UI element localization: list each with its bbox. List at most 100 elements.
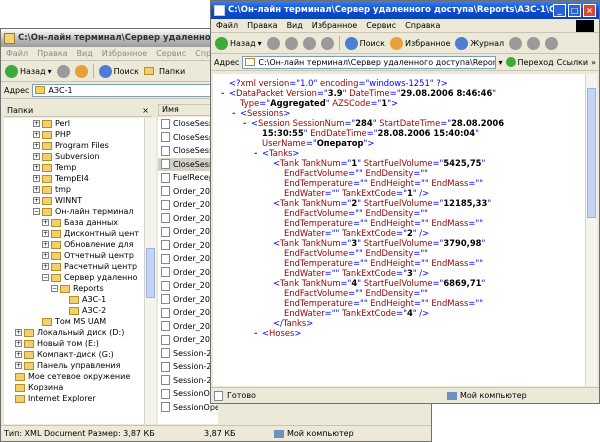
address-input[interactable]: C:\Он-лайн терминал\Сервер удаленного до… — [242, 55, 496, 69]
file-list-item[interactable]: CloseSessio — [158, 157, 218, 171]
folder-tree-item[interactable]: + Program Files — [4, 140, 144, 151]
menu-item-view[interactable]: Вид — [77, 49, 93, 58]
expand-toggle-icon[interactable]: + — [33, 153, 40, 160]
folder-tree-item[interactable]: + Локальный диск (D:) — [4, 327, 144, 338]
forward-arrow-icon[interactable] — [266, 36, 280, 50]
expand-toggle-icon[interactable]: + — [15, 329, 22, 336]
file-list-item[interactable]: CloseSessio — [158, 131, 218, 145]
expand-toggle-icon[interactable]: + — [33, 175, 40, 182]
folder-tree-item[interactable]: − Он-лайн терминал — [4, 206, 144, 217]
collapse-toggle-icon[interactable]: - — [221, 88, 224, 98]
back-button[interactable]: Назад ▾ — [215, 36, 262, 50]
file-list-item[interactable]: Order_2006 — [158, 293, 218, 307]
file-list-item[interactable]: Order_2006 — [158, 185, 218, 199]
file-list-item[interactable]: Order_2006 — [158, 320, 218, 334]
file-list-item[interactable]: Order_2006 — [158, 225, 218, 239]
folder-tree-item[interactable]: + Компакт-диск (G:) — [4, 349, 144, 360]
chevron-right-icon[interactable]: » — [591, 58, 596, 67]
file-list-item[interactable]: Order_2006 — [158, 239, 218, 253]
folder-tree-item[interactable]: + WINNT — [4, 195, 144, 206]
expand-toggle-icon[interactable]: + — [33, 131, 40, 138]
favorites-button[interactable]: Избранное — [389, 36, 450, 50]
search-button[interactable]: Поиск — [98, 64, 139, 78]
folder-tree-item[interactable]: + Дисконтный цент — [4, 228, 144, 239]
folder-tree-item[interactable]: + Новый том (E:) — [4, 338, 144, 349]
folder-tree-item[interactable]: + Temp — [4, 162, 144, 173]
refresh-icon[interactable] — [302, 36, 316, 50]
folder-tree-item[interactable]: +Том MS UAM — [4, 316, 144, 327]
mail-icon[interactable] — [509, 36, 523, 50]
file-list-item[interactable]: CloseSessio — [158, 117, 218, 131]
xml-line[interactable]: - <Hoses> — [215, 328, 583, 338]
expand-toggle-icon[interactable]: + — [33, 186, 40, 193]
expand-toggle-icon[interactable]: + — [33, 197, 40, 204]
expand-toggle-icon[interactable]: + — [15, 351, 22, 358]
search-button[interactable]: Поиск — [344, 36, 385, 50]
expand-toggle-icon[interactable]: + — [33, 164, 40, 171]
menu-item-favorites[interactable]: Избранное — [312, 21, 357, 30]
file-list-item[interactable]: CloseSessio — [158, 144, 218, 158]
menu-item-edit[interactable]: Правка — [37, 49, 67, 58]
folder-tree-item[interactable]: + Отчетный центр — [4, 250, 144, 261]
collapse-toggle-icon[interactable]: - — [254, 328, 257, 338]
expand-toggle-icon[interactable]: + — [42, 219, 49, 226]
folder-tree-item[interactable]: +АЗС-1 — [4, 294, 144, 305]
file-list-item[interactable]: Session-284 — [158, 374, 218, 388]
forward-arrow-icon[interactable] — [56, 64, 70, 78]
stop-icon[interactable] — [284, 36, 298, 50]
expand-toggle-icon[interactable]: + — [33, 120, 40, 127]
close-folders-pane-button[interactable]: × — [142, 106, 149, 115]
menu-item-tools[interactable]: Сервис — [156, 49, 186, 58]
expand-toggle-icon[interactable]: + — [33, 142, 40, 149]
xml-scrollbar[interactable] — [585, 74, 597, 386]
back-button[interactable]: Назад ▾ — [5, 64, 52, 78]
folder-tree-item[interactable]: + PHP — [4, 129, 144, 140]
expand-toggle-icon[interactable]: − — [33, 208, 40, 215]
minimize-button[interactable]: _ — [553, 3, 566, 17]
file-list-item[interactable]: Order_2006 — [158, 252, 218, 266]
menu-item-help[interactable]: Справка — [405, 21, 440, 30]
address-dropdown-icon[interactable]: ▾ — [499, 58, 503, 67]
file-list-item[interactable]: Session-282 — [158, 360, 218, 374]
file-list-item[interactable]: SessionOpe — [158, 387, 218, 401]
expand-toggle-icon[interactable]: + — [42, 263, 49, 270]
expand-toggle-icon[interactable]: + — [15, 340, 22, 347]
file-list-item[interactable]: Order_2006 — [158, 212, 218, 226]
menu-item-favorites[interactable]: Избранное — [102, 49, 147, 58]
menu-item-edit[interactable]: Правка — [247, 21, 277, 30]
print-icon[interactable] — [527, 36, 541, 50]
links-button[interactable]: Ссылки — [557, 58, 588, 67]
folder-tree-item[interactable]: − Сервер удаленно — [4, 272, 144, 283]
close-button[interactable]: × — [583, 3, 596, 17]
collapse-toggle-icon[interactable]: - — [232, 108, 235, 118]
folder-tree-item[interactable]: + Perl — [4, 118, 144, 129]
scrollbar-thumb[interactable] — [146, 248, 155, 298]
menu-item-view[interactable]: Вид — [287, 21, 303, 30]
collapse-toggle-icon[interactable]: - — [254, 148, 257, 158]
expand-toggle-icon[interactable]: + — [15, 362, 22, 369]
folder-tree-item[interactable]: +Мое сетевое окружение — [4, 371, 144, 382]
xml-line[interactable]: - <DataPacket Version="3.9" DateTime="29.… — [215, 88, 583, 98]
file-list-item[interactable]: FuelRecept — [158, 171, 218, 185]
folder-tree-item[interactable]: + Subversion — [4, 151, 144, 162]
file-list-item[interactable]: Session-282 — [158, 347, 218, 361]
folder-tree-item[interactable]: + Панель управления — [4, 360, 144, 371]
scrollbar-thumb[interactable] — [587, 88, 596, 218]
folder-tree-item[interactable]: + База данных — [4, 217, 144, 228]
folder-tree-item[interactable]: + Обновление для — [4, 239, 144, 250]
folder-tree-scrollbar[interactable] — [144, 118, 156, 424]
expand-toggle-icon[interactable]: + — [42, 230, 49, 237]
expand-toggle-icon[interactable]: + — [42, 252, 49, 259]
folders-button[interactable]: Папки — [143, 67, 185, 76]
folder-tree-item[interactable]: +Internet Explorer — [4, 393, 144, 404]
file-list-item[interactable]: SessionOpe — [158, 401, 218, 415]
up-folder-icon[interactable] — [74, 64, 88, 78]
xml-line[interactable]: - <Tanks> — [215, 148, 583, 158]
home-icon[interactable] — [320, 36, 334, 50]
ie-title-bar[interactable]: C:\Он-лайн терминал\Сервер удаленного до… — [211, 1, 599, 19]
xml-line[interactable]: - <Session SessionNum="284" StartDateTime… — [215, 118, 583, 128]
folder-tree-item[interactable]: +АЗС-2 — [4, 305, 144, 316]
folder-tree-item[interactable]: + Расчетный центр — [4, 261, 144, 272]
history-button[interactable]: Журнал — [455, 36, 504, 50]
file-list-item[interactable]: Order_2006 — [158, 266, 218, 280]
